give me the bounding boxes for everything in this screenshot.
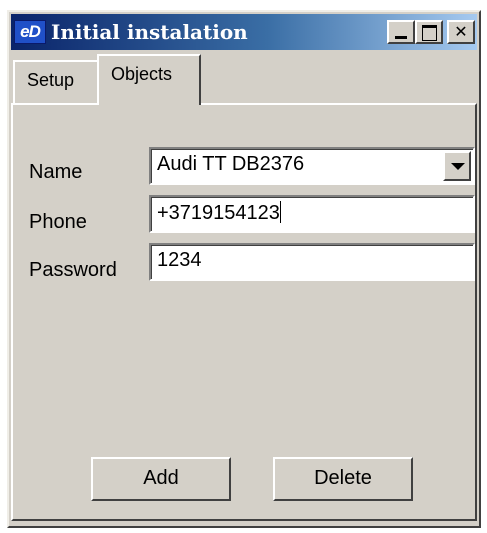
- phone-label: Phone: [29, 211, 87, 233]
- tab-setup-label: Setup: [27, 70, 75, 90]
- chevron-down-icon[interactable]: [443, 151, 471, 181]
- phone-input[interactable]: +3719154123: [149, 195, 475, 233]
- name-value: Audi TT DB2376: [157, 153, 305, 175]
- name-label: Name: [29, 161, 83, 183]
- tab-objects[interactable]: Objects: [97, 54, 201, 105]
- phone-value: +3719154123: [157, 202, 280, 224]
- app-icon: eD: [14, 20, 46, 44]
- name-combobox[interactable]: Audi TT DB2376: [149, 147, 475, 185]
- tab-setup[interactable]: Setup: [13, 60, 99, 103]
- tab-objects-label: Objects: [111, 64, 173, 84]
- add-button[interactable]: Add: [91, 457, 231, 501]
- password-value: 1234: [157, 249, 202, 271]
- tab-strip: Setup Objects: [9, 52, 479, 105]
- close-button[interactable]: [447, 20, 475, 44]
- title-bar[interactable]: eD Initial instalation: [11, 14, 477, 50]
- password-label: Password: [29, 259, 117, 281]
- password-input[interactable]: 1234: [149, 243, 475, 281]
- window-title: Initial instalation: [51, 20, 248, 44]
- minimize-button[interactable]: [387, 20, 415, 44]
- maximize-button[interactable]: [415, 20, 443, 44]
- delete-button[interactable]: Delete: [273, 457, 413, 501]
- initial-installation-window: eD Initial instalation Setup Objects Nam…: [7, 10, 481, 528]
- objects-panel: Name Audi TT DB2376 Phone +3719154123 Pa…: [11, 103, 477, 521]
- text-caret: [279, 201, 281, 223]
